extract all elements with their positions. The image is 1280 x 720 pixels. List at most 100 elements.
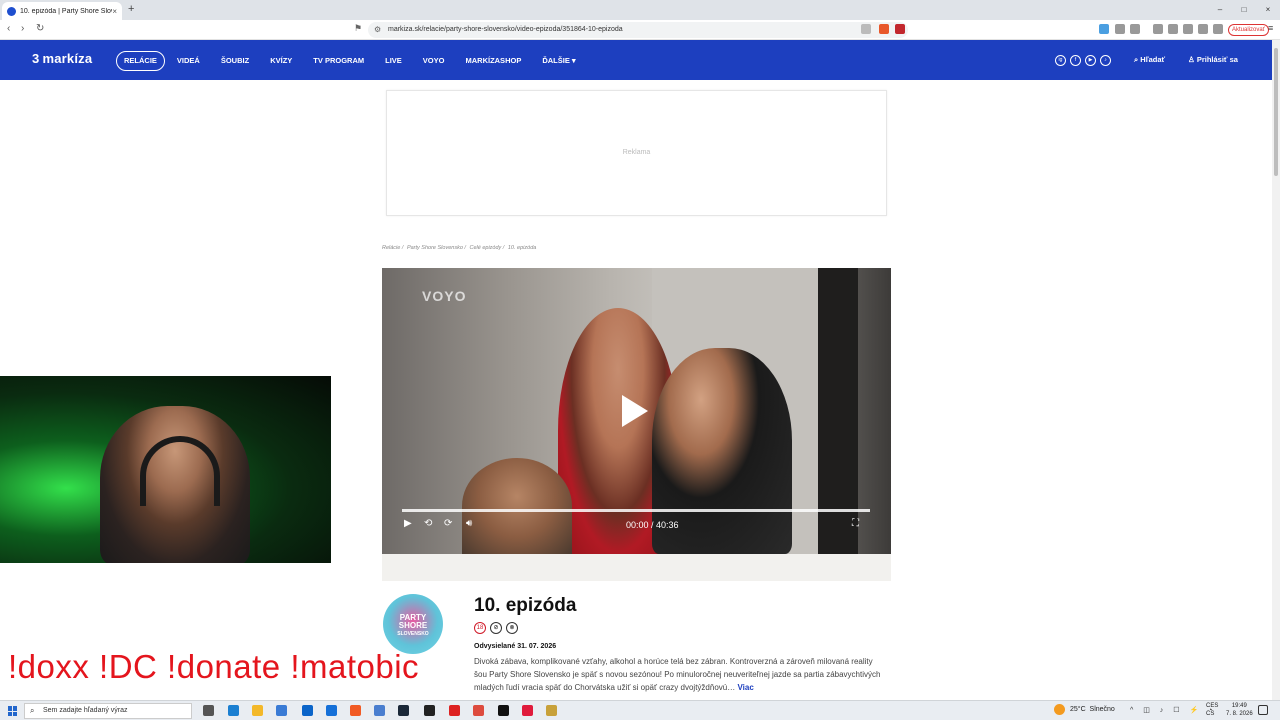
brave-shield-icon[interactable]: [879, 24, 889, 34]
share-icon[interactable]: [861, 24, 871, 34]
rating-badges: 18 ⊘ ⊗: [474, 622, 522, 634]
app-icon[interactable]: [498, 705, 509, 716]
nav-item-videa[interactable]: VIDEÁ: [177, 52, 200, 70]
system-tray-icons[interactable]: ^ ◫ ♪ ☐ ⚡ ◔: [1130, 706, 1216, 714]
rewind-icon[interactable]: ⟲: [424, 518, 432, 529]
clock-date: 7. 8. 2026: [1226, 711, 1253, 717]
ad-banner[interactable]: Reklama: [386, 90, 887, 216]
voyo-watermark: VOYO: [422, 288, 467, 304]
bookmark-icon[interactable]: ⚑: [354, 23, 362, 34]
site-info-icon[interactable]: ⚙: [374, 22, 381, 38]
extension-puzzle-icon[interactable]: [1115, 24, 1125, 34]
forward-skip-icon[interactable]: ⟳: [444, 518, 452, 529]
nav-item-relacie[interactable]: RELÁCIE: [116, 51, 165, 71]
nav-item-kvizy[interactable]: KVÍZY: [270, 52, 292, 70]
scrollbar-thumb[interactable]: [1274, 48, 1278, 176]
nav-item-dalsie[interactable]: ĎALŠIE ▾: [542, 52, 575, 70]
extension-audio-icon[interactable]: [1099, 24, 1109, 34]
update-button[interactable]: Aktualizovať: [1228, 24, 1269, 36]
video-progress-bar[interactable]: [402, 509, 870, 512]
tab-title: 10. epizóda | Party Shore Sloven: [20, 7, 113, 15]
play-icon[interactable]: ▶: [404, 518, 412, 529]
description-text: Divoká zábava, komplikované vzťahy, alko…: [474, 657, 881, 692]
taskbar-clock[interactable]: 19:49 7. 8. 2026: [1226, 702, 1253, 718]
leo-icon[interactable]: [1198, 24, 1208, 34]
window-controls: – □ ×: [1208, 0, 1280, 20]
app-icon[interactable]: [522, 705, 533, 716]
forward-icon[interactable]: ›: [21, 23, 24, 34]
site-header: 3 markíza RELÁCIE VIDEÁ ŠOUBIZ KVÍZY TV P…: [0, 40, 1272, 80]
tab-close-icon[interactable]: ×: [112, 7, 117, 16]
youtube-icon[interactable]: ▶: [1085, 55, 1096, 66]
breadcrumb-episodes[interactable]: Celé epizódy /: [469, 245, 504, 251]
file-explorer-icon[interactable]: [252, 705, 263, 716]
taskbar-search[interactable]: ⌕ Sem zadajte hľadaný výraz: [24, 703, 192, 719]
reload-icon[interactable]: ↻: [36, 23, 44, 34]
menu-icon[interactable]: ≡: [1268, 23, 1273, 33]
player-controls: ▶ ⟲ ⟳ 🔊︎ 00:00 / 40:36 ⛶: [402, 518, 870, 534]
content-warning-icon: ⊘: [490, 622, 502, 634]
maximize-button[interactable]: □: [1232, 0, 1256, 20]
store-icon[interactable]: [276, 705, 287, 716]
nav-item-live[interactable]: LIVE: [385, 52, 402, 70]
login-label: Prihlásiť sa: [1196, 55, 1238, 64]
media-icon[interactable]: [1153, 24, 1163, 34]
app-icon[interactable]: [449, 705, 460, 716]
task-view-icon[interactable]: [203, 705, 214, 716]
show-logo-line: SHORE: [398, 621, 428, 630]
instagram-icon[interactable]: ig: [1055, 55, 1066, 66]
weather-widget[interactable]: 25°C Slnečno: [1054, 704, 1115, 715]
app-icon[interactable]: [546, 705, 557, 716]
header-login[interactable]: ♙ Prihlásiť sa: [1188, 55, 1238, 64]
search-icon: ⌕: [30, 706, 35, 715]
social-links: ig f ▶ ♪: [1055, 55, 1115, 66]
brave-icon[interactable]: [350, 705, 361, 716]
mail-icon[interactable]: [302, 705, 313, 716]
wallet-icon[interactable]: [1183, 24, 1193, 34]
nav-item-tv-program[interactable]: TV PROGRAM: [313, 52, 364, 70]
steam-icon[interactable]: [398, 705, 409, 716]
volume-icon[interactable]: 🔊︎: [466, 518, 472, 529]
aired-date: Odvysielané 31. 07. 2026: [474, 643, 557, 650]
nav-item-soubiz[interactable]: ŠOUBIZ: [221, 52, 249, 70]
breadcrumb-relacie[interactable]: Relácie /: [382, 245, 403, 251]
reading-list-icon[interactable]: [1168, 24, 1178, 34]
back-icon[interactable]: ‹: [7, 23, 10, 34]
ad-label: Reklama: [622, 149, 651, 156]
extension-box-icon[interactable]: [1130, 24, 1140, 34]
play-overlay-icon[interactable]: [622, 395, 648, 427]
lang-line1: CES: [1206, 703, 1219, 709]
app-icon[interactable]: [374, 705, 385, 716]
nav-item-voyo[interactable]: VOYO: [423, 52, 445, 70]
headset-image: [140, 436, 220, 506]
close-window-button[interactable]: ×: [1256, 0, 1280, 20]
vpn-icon[interactable]: [1213, 24, 1223, 34]
weather-temp: 25°C: [1070, 706, 1086, 713]
app-icon[interactable]: [424, 705, 435, 716]
edge-icon[interactable]: [228, 705, 239, 716]
facebook-icon[interactable]: f: [1070, 55, 1081, 66]
rewards-icon[interactable]: [895, 24, 905, 34]
video-player[interactable]: VOYO ▶ ⟲ ⟳ 🔊︎ 00:00 / 40:36 ⛶: [382, 268, 891, 554]
logo-text: markíza: [42, 51, 93, 66]
header-search[interactable]: ⌕ Hľadať: [1134, 55, 1165, 65]
nav-item-markizashop[interactable]: MARKÍZASHOP: [465, 52, 521, 70]
chrome-icon[interactable]: [473, 705, 484, 716]
input-language[interactable]: CES CS: [1206, 702, 1218, 718]
browser-tab[interactable]: 10. epizóda | Party Shore Sloven ×: [2, 2, 122, 20]
lang-line2: CS: [1206, 711, 1215, 717]
url-field[interactable]: ⚙ markiza.sk/relacie/party-shore-slovens…: [368, 22, 908, 38]
new-tab-button[interactable]: +: [128, 3, 134, 15]
markiza-logo[interactable]: 3 markíza: [32, 51, 92, 66]
tiktok-icon[interactable]: ♪: [1100, 55, 1111, 66]
more-link[interactable]: Viac: [737, 683, 753, 692]
notification-icon[interactable]: [1258, 705, 1268, 715]
age-rating-badge: 18: [474, 622, 486, 634]
minimize-button[interactable]: –: [1208, 0, 1232, 20]
fullscreen-icon[interactable]: ⛶: [852, 518, 859, 529]
windows-start-icon[interactable]: [8, 706, 18, 716]
show-logo[interactable]: PARTY SHORE SLOVENSKO: [383, 594, 443, 654]
url-text: markiza.sk/relacie/party-shore-slovensko…: [388, 26, 623, 33]
breadcrumb-show[interactable]: Party Shore Slovensko /: [407, 245, 466, 251]
app-icon[interactable]: [326, 705, 337, 716]
